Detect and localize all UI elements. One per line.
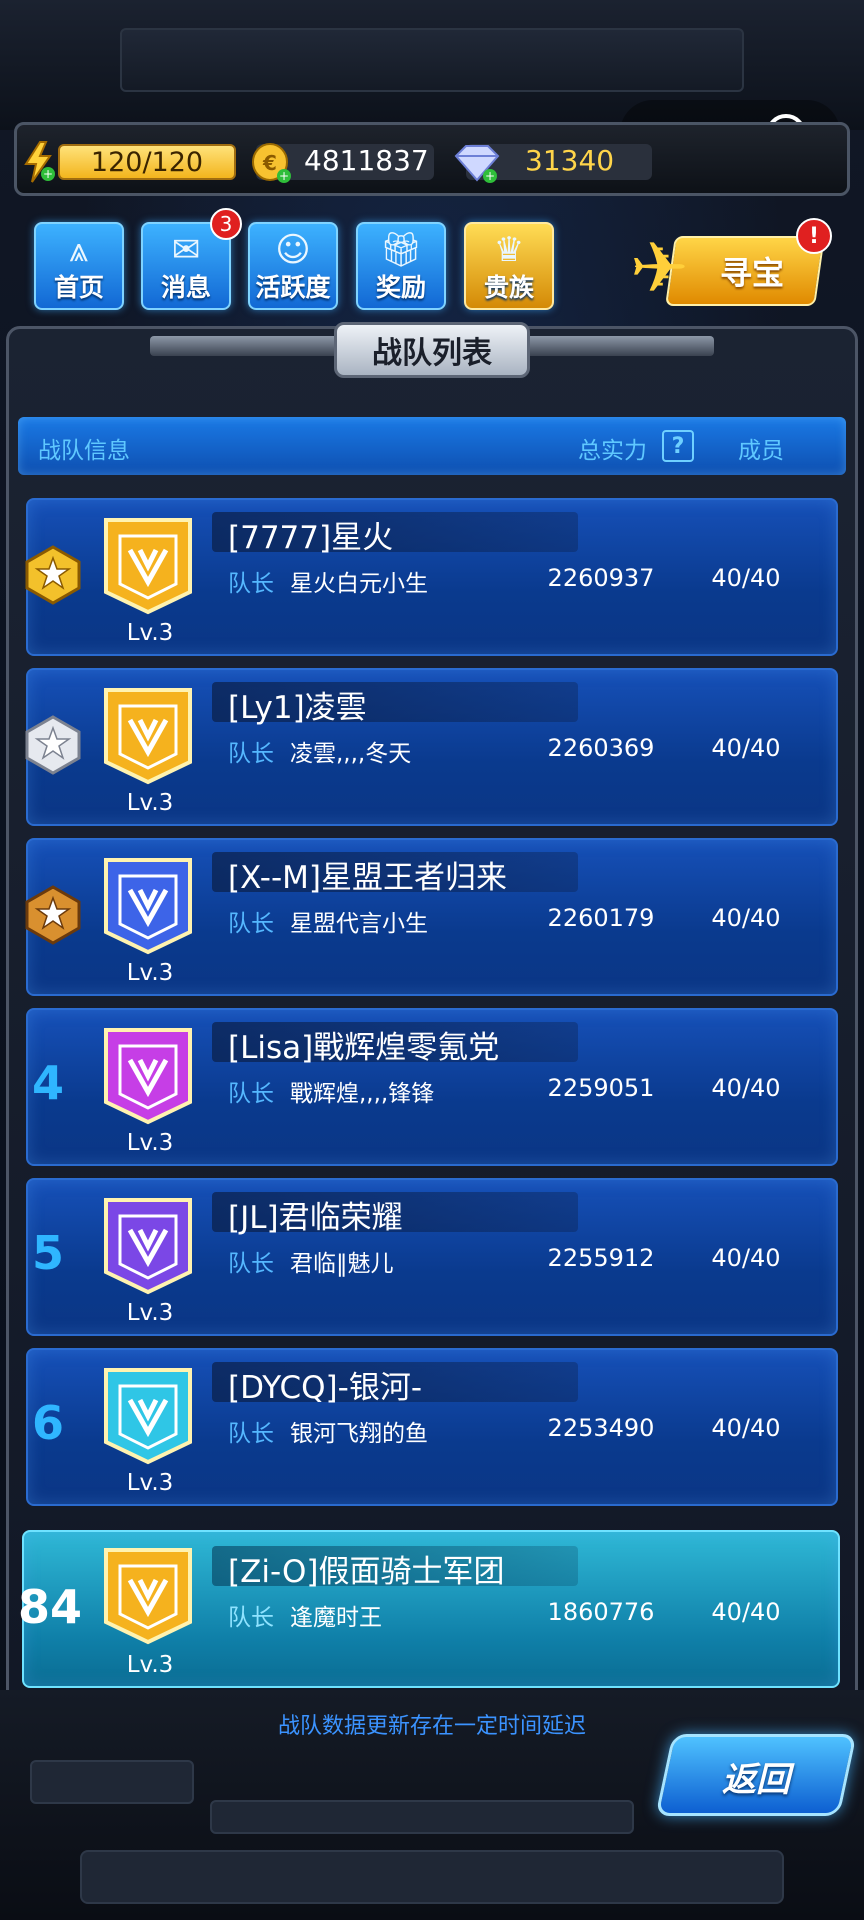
my-rank-number: 84 bbox=[17, 1580, 82, 1634]
coin-value: 4811837 bbox=[304, 144, 429, 177]
svg-text:€: € bbox=[262, 151, 277, 175]
captain-label: 队长 bbox=[228, 1421, 274, 1447]
nav-home-label: 首页 bbox=[53, 273, 104, 302]
nav-noble-button[interactable]: ♛ 贵族 bbox=[464, 222, 554, 310]
message-badge: 3 bbox=[210, 208, 242, 240]
rank-medal-icon bbox=[22, 544, 84, 606]
jet-icon: ✈ bbox=[630, 227, 689, 309]
energy-plus-icon[interactable]: + bbox=[20, 140, 56, 184]
team-emblem-icon bbox=[96, 1362, 200, 1466]
team-power: 2260937 bbox=[547, 564, 655, 592]
my-team-emblem-icon bbox=[96, 1542, 200, 1646]
my-team-members: 40/40 bbox=[711, 1598, 781, 1626]
team-level: Lv.3 bbox=[126, 1300, 174, 1326]
title-wing-right bbox=[524, 336, 714, 356]
header-total-power: 总实力 bbox=[578, 438, 647, 464]
captain-name: 君临‖魅儿 bbox=[290, 1251, 394, 1277]
team-members: 40/40 bbox=[711, 1244, 781, 1272]
my-team-name: [Zi-O]假面骑士军团 bbox=[228, 1554, 505, 1590]
smile-icon: ☺ bbox=[275, 230, 311, 270]
captain-label: 队长 bbox=[228, 571, 274, 597]
team-level: Lv.3 bbox=[126, 1130, 174, 1156]
team-level: Lv.3 bbox=[126, 790, 174, 816]
my-captain-name: 逢魔时王 bbox=[290, 1605, 382, 1631]
team-level: Lv.3 bbox=[126, 960, 174, 986]
captain-name: 星盟代言小生 bbox=[290, 911, 428, 937]
treasure-badge: ! bbox=[796, 218, 832, 254]
noble-icon: ♛ bbox=[493, 230, 525, 270]
rank-number: 5 bbox=[31, 1226, 64, 1280]
team-power: 2260369 bbox=[547, 734, 655, 762]
nav-message-label: 消息 bbox=[160, 273, 211, 302]
captain-label: 队长 bbox=[228, 911, 274, 937]
team-name: [JL]君临荣耀 bbox=[228, 1200, 403, 1236]
gift-icon: 🎁︎ bbox=[379, 230, 423, 270]
gem-value: 31340 bbox=[525, 144, 615, 177]
diamond-plus-icon[interactable]: + bbox=[450, 142, 506, 186]
back-label: 返回 bbox=[722, 1760, 790, 1800]
team-members: 40/40 bbox=[711, 564, 781, 592]
team-level: Lv.3 bbox=[126, 620, 174, 646]
team-name: [X--M]星盟王者归来 bbox=[228, 860, 507, 896]
panel-title: 战队列表 bbox=[334, 322, 530, 378]
team-members: 40/40 bbox=[711, 904, 781, 932]
team-level: Lv.3 bbox=[126, 1470, 174, 1496]
captain-label: 队长 bbox=[228, 1081, 274, 1107]
my-team-power: 1860776 bbox=[547, 1598, 655, 1626]
team-members: 40/40 bbox=[711, 734, 781, 762]
team-name: [7777]星火 bbox=[228, 520, 394, 556]
energy-value: 120/120 bbox=[58, 144, 236, 180]
nav-reward-label: 奖励 bbox=[375, 273, 426, 302]
team-power: 2259051 bbox=[547, 1074, 655, 1102]
team-power: 2253490 bbox=[547, 1414, 655, 1442]
team-members: 40/40 bbox=[711, 1074, 781, 1102]
team-emblem-icon bbox=[96, 682, 200, 786]
team-emblem-icon bbox=[96, 1022, 200, 1126]
rank-number: 6 bbox=[31, 1396, 64, 1450]
team-name: [Lisa]戰辉煌零氪党 bbox=[228, 1030, 500, 1066]
captain-name: 星火白元小生 bbox=[290, 571, 428, 597]
rank-medal-icon bbox=[22, 884, 84, 946]
list-header bbox=[18, 417, 846, 475]
home-icon: ⩓ bbox=[69, 230, 89, 270]
svg-text:+: + bbox=[43, 167, 53, 181]
team-power: 2255912 bbox=[547, 1244, 655, 1272]
frame-detail bbox=[80, 1850, 784, 1904]
rank-medal-icon bbox=[22, 714, 84, 776]
frame-detail bbox=[210, 1800, 634, 1834]
captain-label: 队长 bbox=[228, 1251, 274, 1277]
header-members: 成员 bbox=[738, 438, 784, 464]
captain-label: 队长 bbox=[228, 741, 274, 767]
team-name: [Ly1]凌雲 bbox=[228, 690, 367, 726]
coin-plus-icon[interactable]: € + bbox=[250, 140, 294, 186]
svg-text:+: + bbox=[279, 169, 289, 183]
treasure-label: 寻宝 bbox=[720, 254, 785, 292]
team-emblem-icon bbox=[96, 852, 200, 956]
my-captain-label: 队长 bbox=[228, 1605, 274, 1631]
nav-activity-button[interactable]: ☺ 活跃度 bbox=[248, 222, 338, 310]
captain-name: 银河飞翔的鱼 bbox=[290, 1421, 428, 1447]
my-team-level: Lv.3 bbox=[126, 1652, 174, 1678]
nav-noble-label: 贵族 bbox=[483, 273, 534, 302]
svg-text:+: + bbox=[485, 169, 495, 183]
nav-activity-label: 活跃度 bbox=[255, 273, 331, 302]
team-power: 2260179 bbox=[547, 904, 655, 932]
captain-name: 凌雲,,,,冬天 bbox=[290, 741, 412, 767]
team-name: [DYCQ]-银河- bbox=[228, 1370, 423, 1406]
nav-reward-button[interactable]: 🎁︎ 奖励 bbox=[356, 222, 446, 310]
captain-name: 戰辉煌,,,,锋锋 bbox=[290, 1081, 435, 1107]
title-wing-left bbox=[150, 336, 340, 356]
team-members: 40/40 bbox=[711, 1414, 781, 1442]
rank-number: 4 bbox=[31, 1056, 64, 1110]
header-team-info: 战队信息 bbox=[38, 438, 130, 464]
team-emblem-icon bbox=[96, 1192, 200, 1296]
help-icon[interactable]: ? bbox=[662, 430, 694, 462]
team-emblem-icon bbox=[96, 512, 200, 616]
nav-home-button[interactable]: ⩓ 首页 bbox=[34, 222, 124, 310]
frame-detail bbox=[30, 1760, 194, 1804]
